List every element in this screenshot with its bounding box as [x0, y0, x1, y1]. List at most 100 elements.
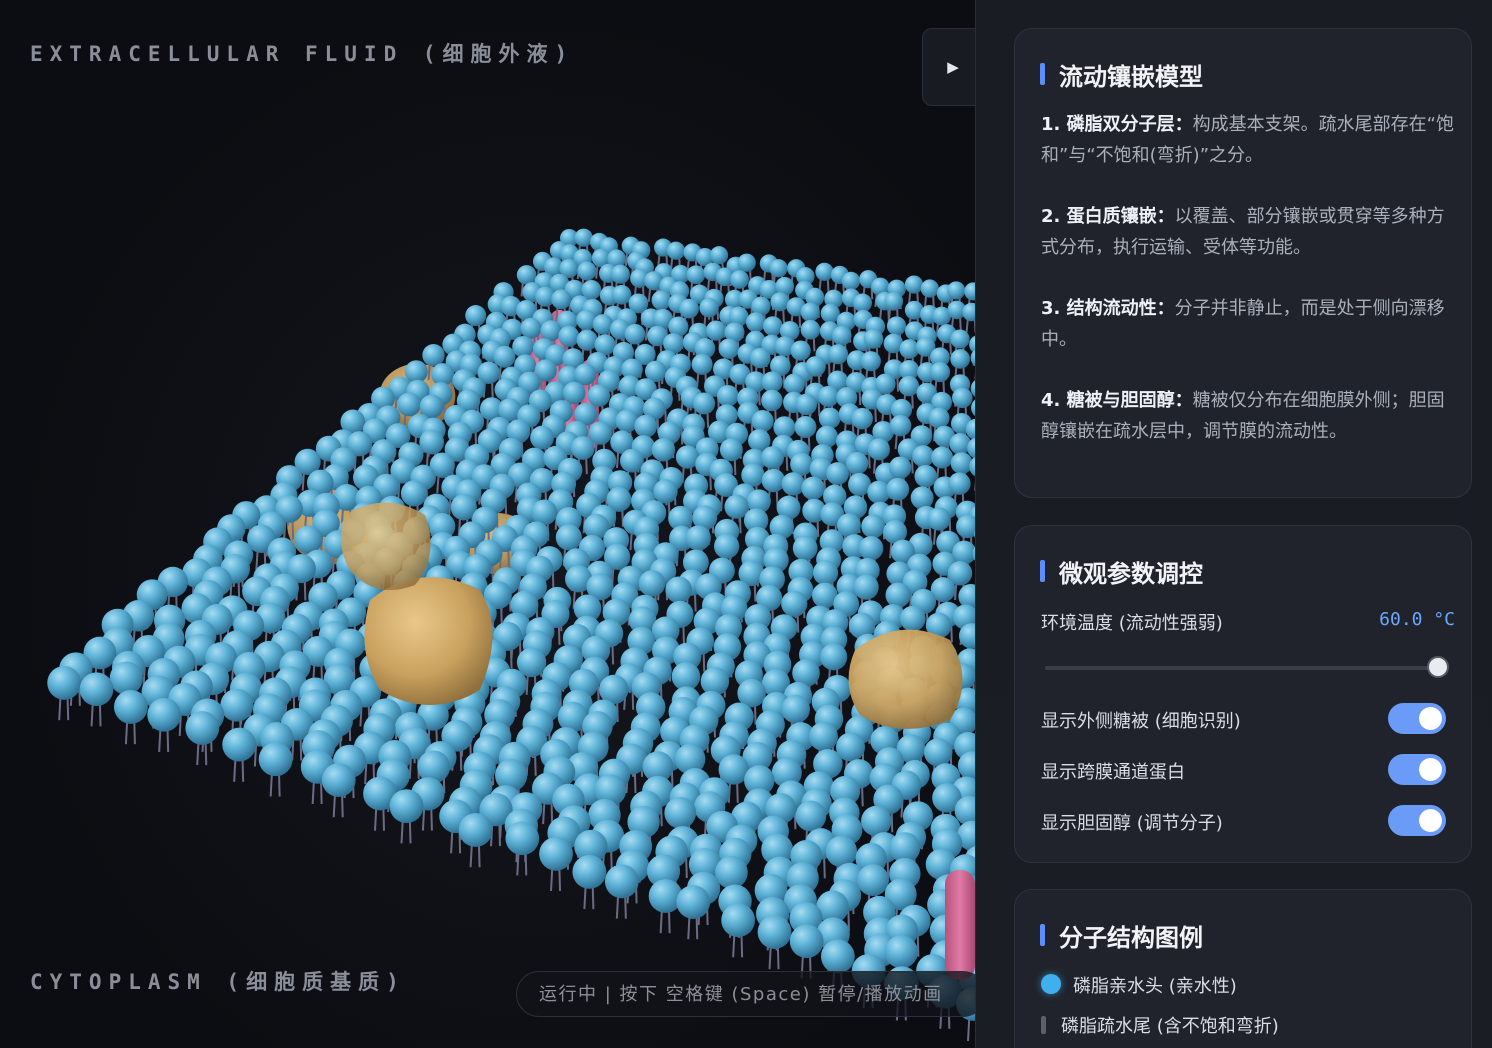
legend-title: 分子结构图例: [1040, 918, 1203, 953]
lipid-head: [826, 462, 850, 485]
lipid-head: [592, 314, 614, 335]
lipid-head: [795, 800, 827, 832]
lipid-head: [604, 864, 639, 899]
lipid-head: [587, 384, 611, 407]
lipid-head: [699, 297, 719, 318]
lipid-head: [562, 381, 586, 405]
temperature-row: 环境温度 (流动性强弱) 60.0 °C: [1041, 609, 1455, 635]
lipid-head: [685, 525, 711, 551]
lipid-head: [761, 389, 783, 412]
lipid-head: [781, 694, 810, 724]
temperature-slider-track[interactable]: [1045, 666, 1439, 670]
lipid-head: [389, 789, 424, 824]
lipid-head: [665, 576, 693, 604]
lipid-head: [294, 525, 323, 554]
lipid-head: [397, 392, 422, 417]
lipid-head: [805, 356, 826, 377]
lipid-head: [505, 821, 540, 856]
membrane-3d-viewport[interactable]: EXTRACELLULAR FLUID (细胞外液) CYTOPLASM (细胞…: [0, 0, 975, 1048]
lipid-head: [801, 476, 825, 500]
lipid-head: [820, 939, 855, 974]
lipid-head: [867, 438, 890, 461]
lipid-head: [808, 722, 838, 751]
lipid-tail-swatch-icon: [1041, 1016, 1046, 1034]
lipid-head: [651, 438, 676, 462]
lipid-head: [321, 763, 356, 797]
lipid-head: [570, 436, 595, 460]
lipid-head: [769, 259, 788, 278]
lipid-head: [851, 407, 873, 430]
lipid-head: [931, 446, 954, 469]
toggle-label-cholesterol: 显示胆固醇 (调节分子): [1041, 813, 1223, 834]
lipid-head: [761, 371, 783, 393]
lipid-head: [113, 690, 148, 724]
lipid-head: [679, 298, 699, 319]
temperature-slider-thumb[interactable]: [1427, 656, 1449, 678]
lipid-head: [947, 281, 966, 300]
lipid-head: [884, 292, 904, 311]
lipid-head: [948, 472, 971, 495]
info-item-fluidity: 3. 结构流动性：分子并非静止，而是处于侧向漂移中。: [1041, 298, 1445, 350]
lipid-head: [676, 885, 711, 919]
lipid-head: [898, 375, 920, 397]
lipid-head: [724, 494, 749, 519]
lipid-head: [831, 325, 852, 346]
lipid-head: [516, 265, 537, 285]
cholesterol-toggle[interactable]: [1388, 805, 1446, 836]
temperature-label: 环境温度 (流动性强弱): [1041, 613, 1223, 634]
lipid-head: [610, 264, 630, 284]
lipid-head: [624, 323, 646, 345]
lipid-head: [790, 340, 811, 361]
lipid-head: [812, 560, 839, 586]
lipid-head: [899, 605, 926, 632]
lipid-head: [719, 438, 743, 462]
info-item-protein: 2. 蛋白质镶嵌：以覆盖、部分镶嵌或贯穿等多种方式分布，执行运输、受体等功能。: [1041, 206, 1445, 258]
lipid-head: [792, 535, 818, 561]
lipid-head: [770, 292, 790, 312]
lipid-head: [465, 305, 487, 327]
lipid-head: [828, 344, 849, 365]
lipid-head: [745, 312, 766, 332]
lipid-head: [750, 347, 771, 369]
lipid-head: [555, 524, 582, 551]
lipid-head: [952, 387, 973, 409]
legend-item-head: 磷脂亲水头 (亲水性): [1041, 972, 1237, 998]
lipid-head: [853, 574, 879, 600]
lipid-head: [458, 813, 493, 847]
lipid-head: [795, 393, 818, 416]
lipid-head: [853, 293, 872, 313]
lipid-head: [800, 302, 820, 322]
lipid-head: [904, 275, 924, 294]
lipid-head: [762, 316, 783, 336]
lipid-head: [222, 727, 257, 762]
lipid-head: [781, 590, 808, 617]
lipid-head: [737, 253, 756, 272]
lipid-head: [147, 697, 182, 732]
lipid-head: [220, 688, 254, 722]
model-info-title: 流动镶嵌模型: [1040, 57, 1203, 92]
lipid-head: [910, 486, 934, 510]
lipid-head: [800, 319, 821, 340]
info-item-glycocalyx: 4. 糖被与胆固醇：糖被仅分布在细胞膜外侧；胆固醇镶嵌在疏水层中，调节膜的流动性…: [1041, 390, 1445, 442]
lipid-head: [530, 425, 554, 450]
glycocalyx-toggle[interactable]: [1388, 703, 1446, 734]
lipid-head: [825, 835, 858, 868]
lipid-head: [886, 477, 910, 501]
lipid-head: [886, 316, 907, 336]
cytoplasm-label: CYTOPLASM (细胞质基质): [30, 970, 406, 994]
lipid-head: [914, 464, 937, 488]
membrane-canvas[interactable]: [0, 0, 975, 1048]
lipid-head: [761, 468, 786, 493]
lipid-head: [741, 463, 765, 487]
lipid-head: [710, 246, 729, 265]
lipid-head: [638, 570, 666, 597]
control-panel: 流动镶嵌模型 1. 磷脂双分子层：构成基本支架。疏水尾部存在“饱和”与“不饱和(…: [975, 0, 1492, 1048]
lipid-head: [927, 507, 951, 531]
toggle-label-glycocalyx: 显示外侧糖被 (细胞识别): [1041, 711, 1241, 732]
lipid-head: [863, 329, 884, 349]
channel-protein-toggle[interactable]: [1388, 754, 1446, 785]
lipid-head: [512, 335, 534, 358]
lipid-head: [841, 271, 861, 291]
lipid-head: [653, 479, 678, 504]
lipid-head: [551, 289, 572, 310]
